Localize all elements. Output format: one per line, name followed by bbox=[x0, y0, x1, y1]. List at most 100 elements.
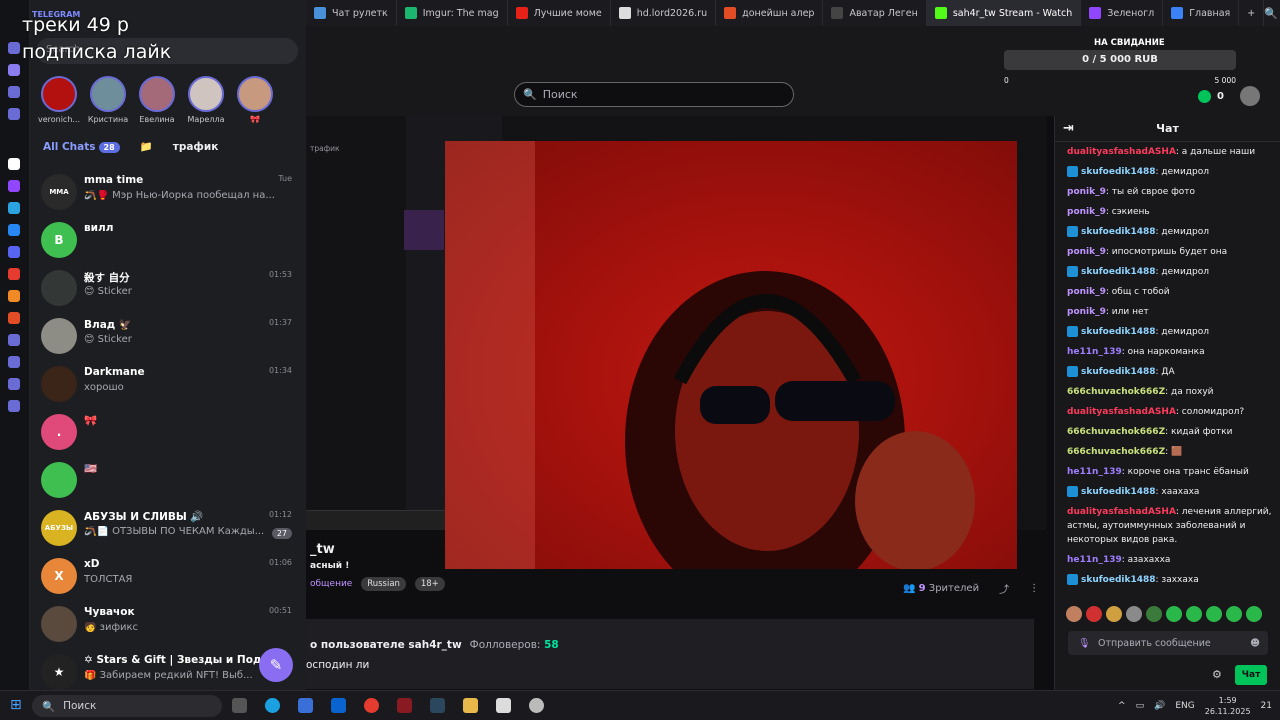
emote-picker-icon[interactable]: ☻ bbox=[1250, 638, 1260, 649]
folder-all-chats[interactable]: All Chats 28 bbox=[43, 141, 120, 153]
bits-icon[interactable]: 🎙 bbox=[1078, 638, 1090, 649]
user-badge-icon[interactable] bbox=[1067, 326, 1078, 337]
sidebar-app-icon[interactable] bbox=[8, 180, 20, 192]
chat-list-item[interactable]: XxD ТОЛСТАЯ 01:06 bbox=[30, 552, 306, 600]
notepad-icon[interactable] bbox=[496, 698, 511, 713]
sidebar-app-icon[interactable] bbox=[8, 202, 20, 214]
user-badge-icon[interactable] bbox=[1067, 166, 1078, 177]
browser-tab[interactable]: Imgur: The mag bbox=[397, 0, 508, 26]
chat-list-item[interactable]: 🇺🇸 bbox=[30, 456, 306, 504]
channel-points[interactable]: 0 bbox=[1198, 86, 1260, 106]
emote-icon[interactable] bbox=[1186, 606, 1202, 622]
story-avatar[interactable] bbox=[188, 76, 224, 112]
emote-icon[interactable] bbox=[1246, 606, 1262, 622]
collapse-chat-icon[interactable]: ⇥ bbox=[1063, 121, 1074, 136]
user-badge-icon[interactable] bbox=[1067, 226, 1078, 237]
emote-icon[interactable] bbox=[1106, 606, 1122, 622]
yandex-icon[interactable] bbox=[364, 698, 379, 713]
tag-0[interactable]: Russian bbox=[361, 577, 406, 591]
chat-list-item[interactable]: Darkmane хорошо 01:34 bbox=[30, 360, 306, 408]
taskbar-search[interactable]: 🔍 Поиск bbox=[32, 695, 222, 717]
browser-tab[interactable]: Чат рулетк bbox=[306, 0, 397, 26]
sidebar-app-icon[interactable] bbox=[8, 290, 20, 302]
browser-tab[interactable]: Лучшие моме bbox=[508, 0, 611, 26]
emote-icon[interactable] bbox=[1226, 606, 1242, 622]
user-badge-icon[interactable] bbox=[1067, 266, 1078, 277]
chat-username[interactable]: he11n_139 bbox=[1067, 555, 1122, 565]
settings-icon[interactable]: ⚙ bbox=[1212, 668, 1222, 681]
chat-list-item[interactable]: АБУЗЫ АБУЗЫ И СЛИВЫ 🔊 🪃📄 ОТЗЫВЫ ПО ЧЕКАМ К… bbox=[30, 504, 306, 552]
user-badge-icon[interactable] bbox=[1067, 574, 1078, 585]
browser-tab[interactable]: hd.lord2026.ru bbox=[611, 0, 717, 26]
chat-username[interactable]: 666chuvachok666Z bbox=[1067, 387, 1165, 397]
edge-icon[interactable] bbox=[265, 698, 280, 713]
store-icon[interactable] bbox=[298, 698, 313, 713]
user-avatar[interactable] bbox=[1239, 86, 1260, 106]
browser-tab[interactable]: Аватар Леген bbox=[823, 0, 927, 26]
chat-list-item[interactable]: . 🎀 bbox=[30, 408, 306, 456]
notification-count[interactable]: 21 bbox=[1261, 701, 1272, 711]
chat-username[interactable]: he11n_139 bbox=[1067, 347, 1122, 357]
chat-username[interactable]: ponik_9 bbox=[1067, 247, 1106, 257]
sidebar-app-icon[interactable] bbox=[8, 64, 20, 76]
browser-tab[interactable]: Главная bbox=[1163, 0, 1240, 26]
volume-icon[interactable]: 🔊 bbox=[1154, 701, 1165, 711]
chat-input[interactable]: 🎙 Отправить сообщение ☻ bbox=[1068, 631, 1268, 655]
emote-icon[interactable] bbox=[1066, 606, 1082, 622]
sidebar-app-icon[interactable] bbox=[8, 108, 20, 120]
chat-username[interactable]: he11n_139 bbox=[1067, 467, 1122, 477]
emote-icon[interactable] bbox=[1166, 606, 1182, 622]
browser-tab[interactable]: sah4r_tw Stream - Watch bbox=[926, 0, 1082, 26]
chat-username[interactable]: skufoedik1488 bbox=[1081, 327, 1156, 337]
chat-username[interactable]: ponik_9 bbox=[1067, 187, 1106, 197]
browser-tab[interactable]: Зеленогл bbox=[1081, 0, 1164, 26]
user-badge-icon[interactable] bbox=[1067, 366, 1078, 377]
chevron-up-icon[interactable]: ^ bbox=[1118, 701, 1126, 711]
chat-username[interactable]: ponik_9 bbox=[1067, 207, 1106, 217]
sidebar-app-icon[interactable] bbox=[8, 400, 20, 412]
chat-list-item[interactable]: 殺す 自分 😊 Sticker 01:53 bbox=[30, 264, 306, 312]
chat-username[interactable]: skufoedik1488 bbox=[1081, 167, 1156, 177]
task-view-icon[interactable] bbox=[232, 698, 247, 713]
sidebar-app-icon[interactable] bbox=[8, 378, 20, 390]
channel-name[interactable]: _tw bbox=[310, 542, 445, 557]
outlook-icon[interactable] bbox=[331, 698, 346, 713]
story-avatar[interactable] bbox=[90, 76, 126, 112]
language-indicator[interactable]: ENG bbox=[1175, 701, 1194, 711]
folder-icon[interactable]: 📁 bbox=[140, 140, 153, 153]
chat-list-item[interactable]: Чувачок 🧑 зификс 00:51 bbox=[30, 600, 306, 648]
new-tab-button[interactable]: + bbox=[1239, 0, 1265, 26]
emote-icon[interactable] bbox=[1126, 606, 1142, 622]
chat-username[interactable]: skufoedik1488 bbox=[1081, 487, 1156, 497]
sidebar-app-icon[interactable] bbox=[8, 246, 20, 258]
explorer-icon[interactable] bbox=[463, 698, 478, 713]
chat-username[interactable]: dualityasfashadASHA bbox=[1067, 407, 1176, 417]
sidebar-app-icon[interactable] bbox=[8, 86, 20, 98]
chat-username[interactable]: 666chuvachok666Z bbox=[1067, 447, 1165, 457]
user-badge-icon[interactable] bbox=[1067, 486, 1078, 497]
chat-username[interactable]: skufoedik1488 bbox=[1081, 367, 1156, 377]
sidebar-app-icon[interactable] bbox=[8, 158, 20, 170]
find-icon[interactable]: 🔍 bbox=[1264, 7, 1278, 20]
obs-icon[interactable] bbox=[529, 698, 544, 713]
chat-list-item[interactable]: Ввилл bbox=[30, 216, 306, 264]
story-avatar[interactable] bbox=[41, 76, 77, 112]
sidebar-app-icon[interactable] bbox=[8, 42, 20, 54]
chat-username[interactable]: ponik_9 bbox=[1067, 287, 1106, 297]
chat-list-item[interactable]: Влад 🦅 😊 Sticker 01:37 bbox=[30, 312, 306, 360]
stream-video[interactable] bbox=[445, 141, 1017, 611]
chat-username[interactable]: skufoedik1488 bbox=[1081, 267, 1156, 277]
sidebar-app-icon[interactable] bbox=[8, 224, 20, 236]
emote-icon[interactable] bbox=[1206, 606, 1222, 622]
sidebar-app-icon[interactable] bbox=[8, 356, 20, 368]
network-icon[interactable]: ▭ bbox=[1136, 701, 1145, 711]
sidebar-app-icon[interactable] bbox=[8, 334, 20, 346]
chat-username[interactable]: 666chuvachok666Z bbox=[1067, 427, 1165, 437]
more-options-icon[interactable]: ⋮ bbox=[1029, 583, 1039, 594]
folder-traffic[interactable]: трафик bbox=[173, 141, 219, 153]
sidebar-app-icon[interactable] bbox=[8, 312, 20, 324]
chat-username[interactable]: skufoedik1488 bbox=[1081, 227, 1156, 237]
emote-icon[interactable] bbox=[1146, 606, 1162, 622]
chat-username[interactable]: ponik_9 bbox=[1067, 307, 1106, 317]
stream-category[interactable]: общение bbox=[310, 579, 352, 589]
